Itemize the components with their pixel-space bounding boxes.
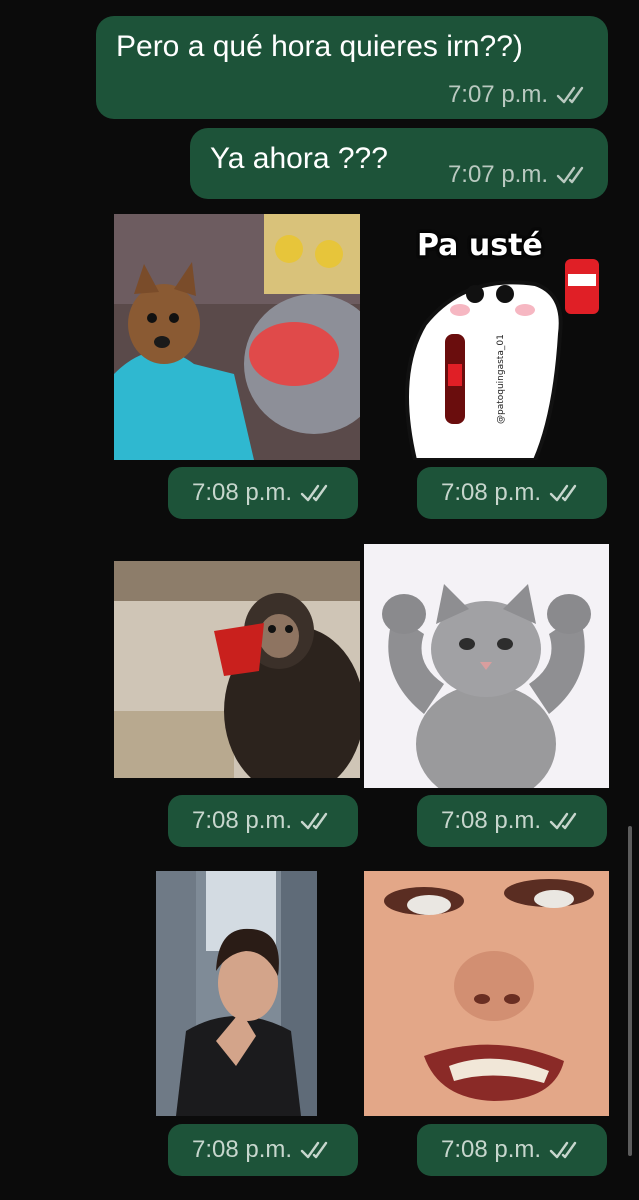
read-double-check-icon bbox=[300, 482, 334, 504]
message-time: 7:08 p.m. bbox=[191, 807, 293, 834]
message-time: 7:08 p.m. bbox=[191, 479, 293, 506]
read-double-check-icon bbox=[300, 1139, 334, 1161]
sticker-grimace-face[interactable] bbox=[364, 871, 609, 1116]
read-double-check-icon bbox=[556, 84, 590, 106]
scrollbar[interactable] bbox=[628, 826, 632, 1156]
monkey-image bbox=[114, 561, 360, 778]
message-time: 7:08 p.m. bbox=[440, 479, 542, 506]
message-meta: 7:07 p.m. bbox=[448, 161, 590, 189]
message-text: Ya ahora ??? bbox=[210, 142, 388, 175]
message-time: 7:08 p.m. bbox=[440, 807, 542, 834]
message-time: 7:08 p.m. bbox=[191, 1136, 293, 1163]
media-meta: 7:08 p.m. bbox=[417, 795, 607, 847]
media-meta: 7:08 p.m. bbox=[168, 795, 358, 847]
media-meta: 7:08 p.m. bbox=[417, 467, 607, 519]
sticker-flork-soda[interactable]: @patoquingasta_01 Pa usté bbox=[385, 214, 607, 460]
message-time: 7:07 p.m. bbox=[447, 81, 548, 108]
message-time: 7:08 p.m. bbox=[440, 1136, 542, 1163]
read-double-check-icon bbox=[549, 1139, 583, 1161]
message-bubble[interactable]: Pero a qué hora quieres irn??) 7:07 p.m. bbox=[96, 16, 608, 119]
face-image bbox=[364, 871, 609, 1116]
read-double-check-icon bbox=[556, 164, 590, 186]
media-meta: 7:08 p.m. bbox=[168, 467, 358, 519]
gif-man-clapping[interactable] bbox=[156, 871, 317, 1116]
gif-dog-towel[interactable] bbox=[114, 214, 360, 460]
media-meta: 7:08 p.m. bbox=[168, 1124, 358, 1176]
sticker-caption: Pa usté bbox=[417, 228, 543, 263]
sticker-cat-flex[interactable] bbox=[364, 544, 609, 788]
message-bubble[interactable]: Ya ahora ??? 7:07 p.m. bbox=[190, 128, 608, 199]
read-double-check-icon bbox=[549, 482, 583, 504]
svg-text:@patoquingasta_01: @patoquingasta_01 bbox=[496, 334, 506, 424]
dog-image bbox=[114, 214, 360, 460]
message-text: Pero a qué hora quieres irn??) bbox=[116, 30, 523, 63]
cat-image bbox=[364, 544, 609, 788]
man-image bbox=[156, 871, 317, 1116]
media-meta: 7:08 p.m. bbox=[417, 1124, 607, 1176]
gif-monkey-cup[interactable] bbox=[114, 561, 360, 778]
read-double-check-icon bbox=[300, 810, 334, 832]
message-meta: 7:07 p.m. bbox=[448, 81, 590, 109]
read-double-check-icon bbox=[549, 810, 583, 832]
message-time: 7:07 p.m. bbox=[447, 161, 548, 188]
